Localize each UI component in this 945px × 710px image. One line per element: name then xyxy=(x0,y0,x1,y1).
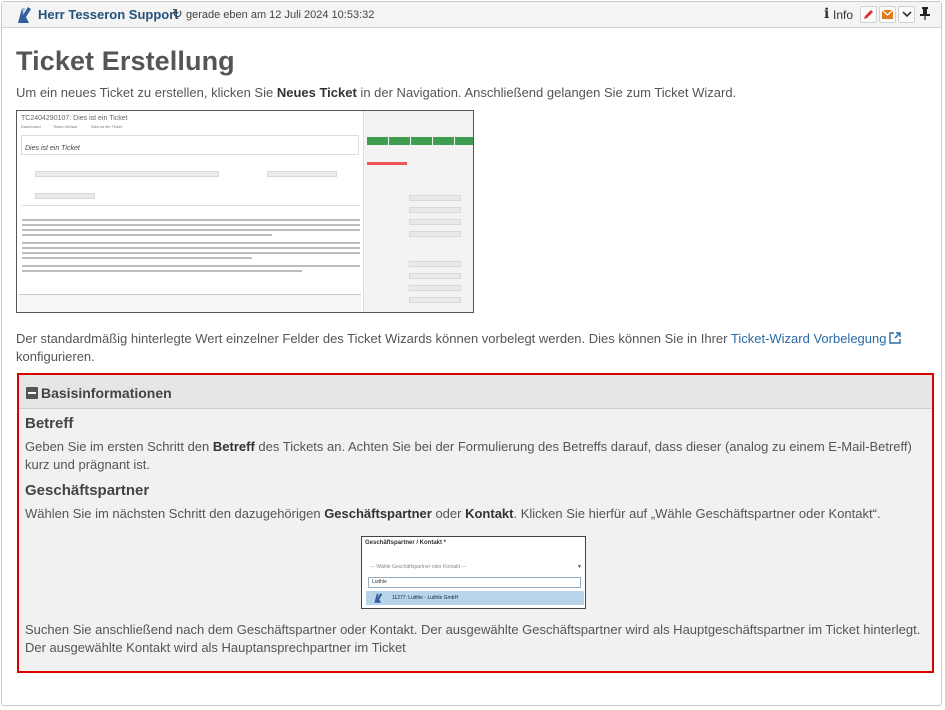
ticket-view-screenshot: TC2404290107: Dies ist ein Ticket Dashbo… xyxy=(16,110,474,313)
defaults-paragraph: Der standardmäßig hinterlegte Wert einze… xyxy=(16,330,916,348)
timestamp: gerade eben am 12 Juli 2024 10:53:32 xyxy=(186,9,375,21)
screenshot-ticket-title: TC2404290107: Dies ist ein Ticket xyxy=(21,115,128,122)
partner-search-input: Luithle xyxy=(368,577,581,588)
pin-button[interactable] xyxy=(916,6,933,23)
mail-icon xyxy=(881,9,894,19)
wizard-defaults-link[interactable]: Ticket-Wizard Vorbelegung xyxy=(731,331,887,346)
dropdown-label: Geschäftspartner / Kontakt * xyxy=(365,540,447,546)
article-header: Herr Tesseron Support ↻ gerade eben am 1… xyxy=(2,2,941,28)
betreff-paragraph-end: kurz und prägnant ist. xyxy=(25,457,151,472)
page-title: Ticket Erstellung xyxy=(16,46,235,76)
screenshot-tab: Dashboard xyxy=(21,124,41,129)
screenshot-tab: Dies ist ein Ticket xyxy=(91,124,123,129)
edit-icon xyxy=(864,10,873,19)
partner-dropdown-screenshot: Geschäftspartner / Kontakt * --- Wähle G… xyxy=(361,536,586,609)
betreff-heading: Betreff xyxy=(25,415,74,432)
geschaeftspartner-heading: Geschäftspartner xyxy=(25,482,150,499)
info-button-label[interactable]: Info xyxy=(833,8,853,22)
author-name[interactable]: Herr Tesseron Support xyxy=(38,7,179,22)
knowledge-article: Herr Tesseron Support ↻ gerade eben am 1… xyxy=(1,1,942,706)
tesseron-logo-icon xyxy=(18,7,31,23)
edit-button[interactable] xyxy=(860,6,877,23)
external-link-icon[interactable] xyxy=(889,332,902,344)
tesseron-logo-icon xyxy=(374,593,383,603)
expand-button[interactable] xyxy=(898,6,915,23)
screenshot-tab: Ticket-Verlauf xyxy=(53,124,78,129)
refresh-icon[interactable]: ↻ xyxy=(172,6,183,22)
partner-option: 11277: Luithle - Luithle GmbH xyxy=(366,591,584,605)
betreff-paragraph: Geben Sie im ersten Schritt den Betreff … xyxy=(25,439,912,454)
basisinformationen-title: Basisinformationen xyxy=(41,385,172,401)
chevron-down-icon xyxy=(901,11,912,18)
screenshot-subject: Dies ist ein Ticket xyxy=(25,145,80,152)
basisinformationen-header[interactable]: Basisinformationen xyxy=(19,375,932,409)
pin-icon xyxy=(919,7,930,20)
search-paragraph: Suchen Sie anschließend nach dem Geschäf… xyxy=(25,622,921,637)
partner-select: --- Wähle Geschäftspartner oder Kontakt … xyxy=(370,564,467,570)
search-paragraph-end: Der ausgewählte Kontakt wird als Hauptan… xyxy=(25,640,406,655)
defaults-paragraph-end: konfigurieren. xyxy=(16,349,95,364)
select-arrow-icon: ▼ xyxy=(577,564,582,570)
intro-paragraph: Um ein neues Ticket zu erstellen, klicke… xyxy=(16,85,737,100)
geschaeftspartner-paragraph: Wählen Sie im nächsten Schritt den dazug… xyxy=(25,506,881,521)
mail-button[interactable] xyxy=(879,6,896,23)
collapse-icon[interactable] xyxy=(26,387,38,399)
neues-ticket-emphasis: Neues Ticket xyxy=(276,85,357,100)
info-icon[interactable]: i xyxy=(824,6,829,22)
